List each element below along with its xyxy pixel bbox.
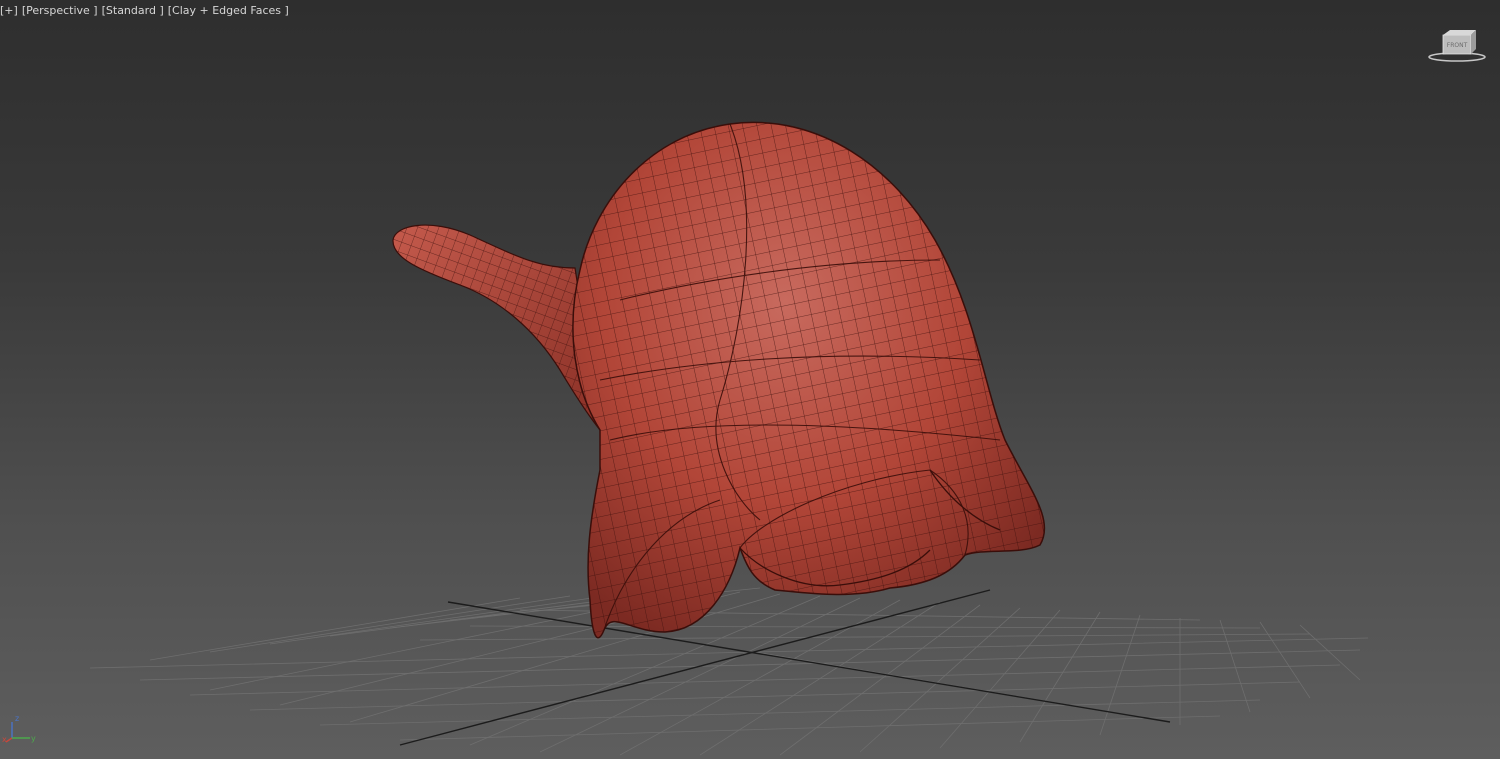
viewport-label-menu: [+] [Perspective ] [Standard ] [Clay + E… [0, 4, 289, 20]
viewport-plus-menu[interactable]: [+] [0, 4, 18, 20]
viewcube[interactable]: FRONT [1428, 30, 1486, 62]
axis-z-label: z [15, 714, 19, 723]
viewport-shading-menu[interactable]: [Standard ] [102, 4, 164, 20]
axis-x-label: x [2, 735, 7, 744]
mesh-body[interactable] [572, 121, 1046, 639]
home-grid [89, 587, 1369, 756]
axis-tripod: z x y [2, 714, 36, 744]
viewport-view-menu[interactable]: [Perspective ] [22, 4, 98, 20]
viewport-display-mode-menu[interactable]: [Clay + Edged Faces ] [168, 4, 289, 20]
mesh-horn[interactable] [392, 224, 601, 433]
scene-canvas[interactable]: FRONT z x y [0, 0, 1500, 759]
grid-main-axes [399, 589, 1171, 746]
axis-y-label: y [31, 734, 36, 743]
perspective-viewport[interactable]: FRONT z x y [+] [Perspective ] [Standard… [0, 0, 1500, 759]
viewcube-face-label: FRONT [1447, 42, 1468, 49]
